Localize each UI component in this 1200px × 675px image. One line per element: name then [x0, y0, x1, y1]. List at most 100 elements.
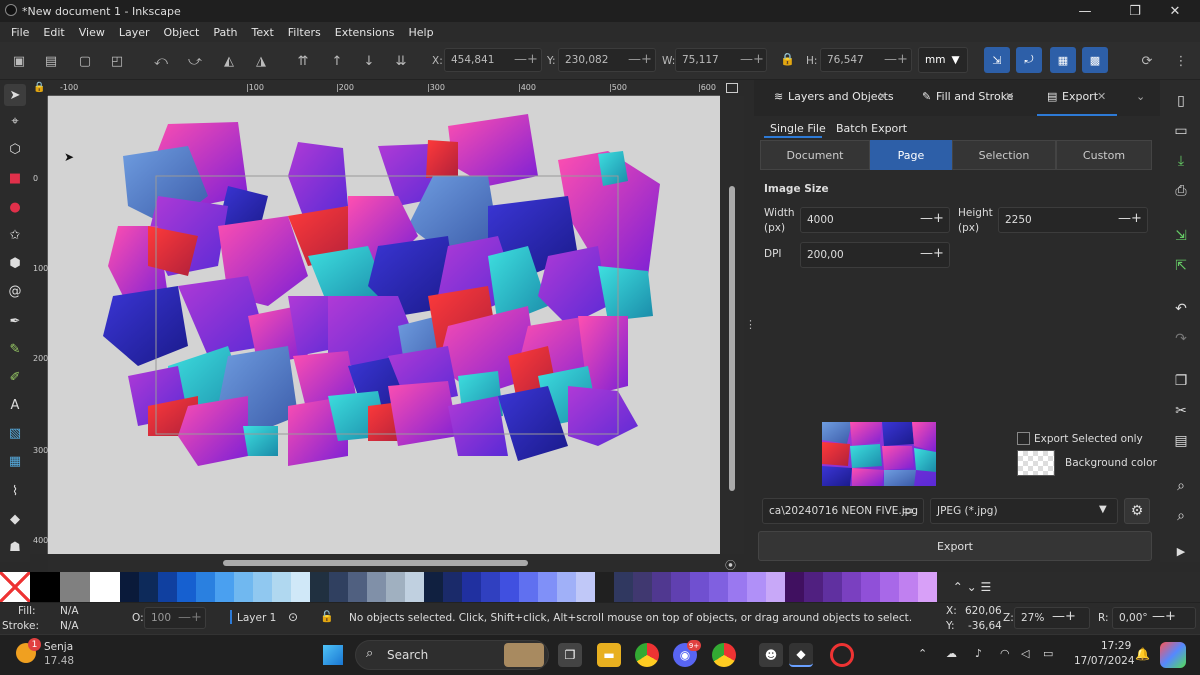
format-select[interactable]: JPEG (*.jpg) [930, 498, 1118, 524]
display-mode-icon[interactable] [726, 83, 738, 93]
w-stepper[interactable]: —+ [740, 52, 764, 67]
palette-swatch[interactable] [766, 572, 785, 602]
palette-swatch[interactable] [728, 572, 747, 602]
palette-swatch[interactable] [177, 572, 196, 602]
scale-corners-button[interactable]: ⤾ [1016, 47, 1042, 73]
raise-icon[interactable]: ↑ [326, 50, 348, 72]
print-icon[interactable]: ⎙ [1170, 180, 1192, 202]
export-selected-checkbox[interactable] [1017, 432, 1030, 445]
palette-swatch[interactable] [918, 572, 937, 602]
menu-edit[interactable]: Edit [36, 26, 71, 39]
palette-swatch[interactable] [386, 572, 405, 602]
rectangle-tool-icon[interactable]: ■ [4, 167, 26, 189]
export-button[interactable]: Export [758, 531, 1152, 561]
file-explorer-icon[interactable]: ▬ [597, 643, 621, 667]
volume-icon[interactable]: ◁ [1021, 647, 1029, 660]
palette-swatch[interactable] [462, 572, 481, 602]
text-tool-icon[interactable]: A [4, 394, 26, 416]
close-icon[interactable]: ✕ [1097, 90, 1106, 103]
chrome-profile-icon[interactable] [712, 643, 736, 667]
layer-visibility-icon[interactable]: ⊙ [288, 610, 298, 624]
windows-start-icon[interactable] [323, 645, 343, 665]
flip-horizontal-icon[interactable]: ◭ [218, 50, 240, 72]
palette-swatch[interactable] [348, 572, 367, 602]
palette-swatch[interactable] [899, 572, 918, 602]
raise-top-icon[interactable]: ⇈ [292, 50, 314, 72]
tab-export[interactable]: Export [1062, 90, 1098, 103]
clock-date[interactable]: 17/07/2024 [1074, 655, 1135, 667]
palette-swatch[interactable] [671, 572, 690, 602]
node-tool-icon[interactable]: ⌖ [4, 110, 26, 132]
area-page[interactable]: Page [870, 140, 952, 170]
mic-icon[interactable]: ♪ [975, 647, 982, 660]
guide-lock-icon[interactable]: 🔒 [33, 82, 45, 93]
flip-vertical-icon[interactable]: ◮ [250, 50, 272, 72]
palette-swatch[interactable] [291, 572, 310, 602]
menu-layer[interactable]: Layer [112, 26, 157, 39]
palette-controls[interactable]: ⌃ ⌄ ☰ [937, 572, 1007, 602]
palette-swatch[interactable] [633, 572, 652, 602]
app-icon[interactable]: ☻ [759, 643, 783, 667]
area-document[interactable]: Document [760, 140, 870, 170]
select-all-layers-icon[interactable]: ▤ [40, 50, 62, 72]
y-stepper[interactable]: —+ [628, 52, 652, 67]
minimize-button[interactable]: — [1062, 0, 1108, 22]
cloud-icon[interactable]: ☁ [946, 647, 957, 660]
palette-swatch[interactable] [842, 572, 861, 602]
palette-swatch[interactable] [823, 572, 842, 602]
mesh-tool-icon[interactable]: ▦ [4, 450, 26, 472]
zoom-stepper[interactable]: —+ [1052, 609, 1076, 624]
close-icon[interactable]: ✕ [878, 90, 887, 103]
battery-icon[interactable]: ▭ [1043, 647, 1053, 660]
palette-swatch[interactable] [196, 572, 215, 602]
menu-object[interactable]: Object [157, 26, 207, 39]
palette-swatch[interactable] [481, 572, 500, 602]
zoom-icon[interactable]: ⌕ [1170, 475, 1192, 497]
lock-icon[interactable]: 🔒 [780, 52, 795, 66]
lower-bottom-icon[interactable]: ⇊ [390, 50, 412, 72]
menu-view[interactable]: View [72, 26, 112, 39]
menu-help[interactable]: Help [401, 26, 440, 39]
drawing-canvas[interactable] [48, 96, 720, 554]
palette-swatch[interactable] [310, 572, 329, 602]
opacity-stepper[interactable]: —+ [178, 610, 202, 625]
rotate-ccw-icon[interactable]: ⤺ [150, 50, 172, 72]
snap-icon[interactable]: ⟳ [1136, 50, 1158, 72]
undo-icon[interactable]: ↶ [1170, 298, 1192, 320]
palette-swatch[interactable] [500, 572, 519, 602]
close-icon[interactable]: ✕ [1005, 90, 1014, 103]
layer-lock-icon[interactable]: 🔓 [320, 610, 334, 623]
move-gradients-button[interactable]: ▦ [1050, 47, 1076, 73]
palette-swatch[interactable] [652, 572, 671, 602]
lower-icon[interactable]: ↓ [358, 50, 380, 72]
palette-swatch[interactable] [367, 572, 386, 602]
select-all-icon[interactable]: ▣ [8, 50, 30, 72]
area-selection[interactable]: Selection [952, 140, 1056, 170]
save-icon[interactable]: ⤓ [1170, 150, 1192, 172]
new-document-icon[interactable]: ▯ [1170, 90, 1192, 112]
subtab-batch-export[interactable]: Batch Export [836, 122, 907, 135]
palette-swatch[interactable] [595, 572, 614, 602]
export-settings-gear-icon[interactable]: ⚙ [1124, 498, 1150, 524]
redo-icon[interactable]: ↷ [1170, 328, 1192, 350]
palette-swatch[interactable] [424, 572, 443, 602]
unit-select[interactable]: mm ▼ [918, 47, 968, 73]
menu-path[interactable]: Path [206, 26, 244, 39]
palette-swatch[interactable] [272, 572, 291, 602]
deselect-icon[interactable]: ▢ [74, 50, 96, 72]
selector-tool-icon[interactable]: ➤ [4, 84, 26, 106]
palette-swatch[interactable] [804, 572, 823, 602]
task-view-icon[interactable]: ❐ [558, 643, 582, 667]
rotation-stepper[interactable]: —+ [1152, 609, 1176, 624]
scale-stroke-button[interactable]: ⇲ [984, 47, 1010, 73]
menu-file[interactable]: File [4, 26, 36, 39]
tray-chevron-icon[interactable]: ⌃ [918, 647, 927, 660]
folder-icon[interactable]: ▭ [902, 503, 913, 517]
copy-icon[interactable]: ❐ [1170, 370, 1192, 392]
clock-time[interactable]: 17:29 [1101, 640, 1131, 652]
palette-swatch[interactable] [215, 572, 234, 602]
width-stepper[interactable]: —+ [920, 211, 944, 226]
copilot-icon[interactable] [1160, 642, 1186, 668]
palette-swatch[interactable] [443, 572, 462, 602]
menu-text[interactable]: Text [245, 26, 281, 39]
